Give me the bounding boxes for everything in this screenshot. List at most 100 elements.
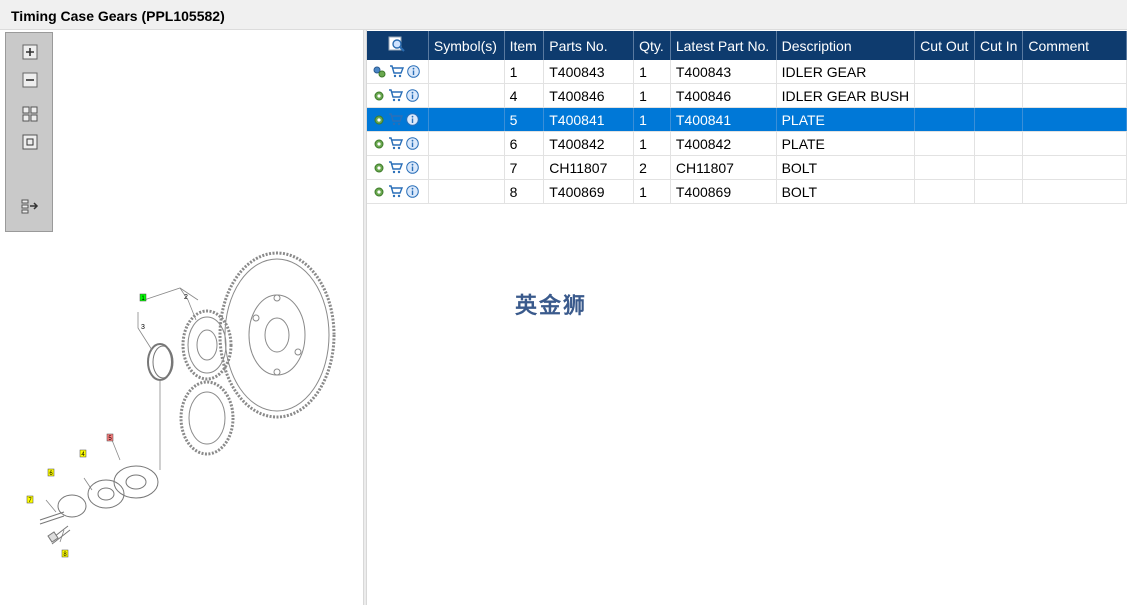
part-info-button[interactable] <box>407 65 420 78</box>
table-row[interactable]: 7 CH11807 2 CH11807 BOLT <box>367 155 1127 180</box>
table-row[interactable]: 8 T400869 1 T400869 BOLT <box>367 179 1127 204</box>
large-gear <box>218 251 336 419</box>
row-actions <box>367 107 429 132</box>
watermark: 英金狮 <box>515 294 588 319</box>
cell-cut-in <box>974 155 1024 180</box>
cell-description: PLATE <box>776 107 916 132</box>
cell-cut-out <box>914 131 976 156</box>
gear-icon <box>374 91 384 100</box>
export-button[interactable] <box>21 197 39 215</box>
column-qty[interactable]: Qty. <box>633 31 671 60</box>
cell-cut-out <box>914 155 976 180</box>
config-button[interactable] <box>373 138 385 150</box>
zoom-in-button[interactable] <box>21 43 39 61</box>
cell-part-no: T400841 <box>543 107 635 132</box>
part-info-button[interactable] <box>406 161 419 174</box>
add-to-cart-button[interactable] <box>388 161 403 174</box>
callout-1[interactable]: 1 <box>139 293 147 302</box>
row-actions <box>367 179 429 204</box>
column-parts-no[interactable]: Parts No. <box>543 31 635 60</box>
cell-latest-part-no: T400841 <box>670 107 777 132</box>
add-to-cart-button[interactable] <box>388 89 403 102</box>
fit-window-icon <box>22 134 38 150</box>
add-to-cart-button[interactable] <box>388 185 403 198</box>
zoom-out-button[interactable] <box>21 71 39 89</box>
config-button[interactable] <box>373 66 386 78</box>
part-info-button[interactable] <box>406 185 419 198</box>
callout-6[interactable]: 6 <box>47 468 55 477</box>
cell-symbols <box>428 107 505 132</box>
cell-comment <box>1022 179 1127 204</box>
callout-7[interactable]: 7 <box>26 495 34 504</box>
info-icon <box>406 113 419 126</box>
cell-comment <box>1022 131 1127 156</box>
cell-item: 6 <box>504 131 545 156</box>
callout-2[interactable]: 2 <box>184 294 188 301</box>
info-icon <box>406 161 419 174</box>
cell-cut-out <box>914 107 976 132</box>
svg-text:2: 2 <box>184 294 188 301</box>
column-cut-out[interactable]: Cut Out <box>914 31 976 60</box>
column-comment[interactable]: Comment <box>1022 31 1127 60</box>
add-to-cart-button[interactable] <box>388 137 403 150</box>
illustration-pane[interactable]: 1 2 3 4 5 6 7 8 <box>0 30 363 605</box>
column-cut-in[interactable]: Cut In <box>974 31 1024 60</box>
cart-icon <box>389 185 403 198</box>
table-row[interactable]: 6 T400842 1 T400842 PLATE <box>367 131 1127 156</box>
cell-comment <box>1022 60 1127 84</box>
callout-8[interactable]: 8 <box>61 549 69 558</box>
callout-5[interactable]: 5 <box>106 433 114 442</box>
config-button[interactable] <box>373 162 385 174</box>
parts-list-pane: Symbol(s) Item Parts No. Qty. Latest Par… <box>367 30 1127 605</box>
add-to-cart-button[interactable] <box>388 113 403 126</box>
cell-comment <box>1022 107 1127 132</box>
window-title: Timing Case Gears (PPL105582) <box>11 8 225 24</box>
cell-description: PLATE <box>776 131 916 156</box>
callout-4[interactable]: 4 <box>79 449 87 458</box>
cell-latest-part-no: T400846 <box>670 83 777 108</box>
table-row[interactable]: 5 T400841 1 T400841 PLATE <box>367 107 1127 132</box>
config-button[interactable] <box>373 186 385 198</box>
cell-cut-out <box>914 83 976 108</box>
part-info-button[interactable] <box>406 89 419 102</box>
exploded-parts-drawing[interactable]: 1 2 3 4 5 6 7 8 <box>20 250 350 570</box>
cell-cut-out <box>914 179 976 204</box>
column-symbols[interactable]: Symbol(s) <box>428 31 505 60</box>
cell-qty: 1 <box>633 107 671 132</box>
fit-all-button[interactable] <box>21 105 39 123</box>
add-to-cart-button[interactable] <box>389 65 404 78</box>
plates-and-bolts <box>39 465 159 545</box>
part-info-button[interactable] <box>406 137 419 150</box>
cell-cut-in <box>974 83 1024 108</box>
cell-part-no: CH11807 <box>543 155 635 180</box>
cell-item: 7 <box>504 155 545 180</box>
config-button[interactable] <box>373 114 385 126</box>
table-row[interactable]: 4 T400846 1 T400846 IDLER GEAR BUSH <box>367 83 1127 108</box>
search-list-icon <box>388 36 406 52</box>
title-bar: Timing Case Gears (PPL105582) <box>0 0 1127 30</box>
part-info-button[interactable] <box>406 113 419 126</box>
cell-part-no: T400842 <box>543 131 635 156</box>
cell-part-no: T400869 <box>543 179 635 204</box>
row-actions <box>367 131 429 156</box>
config-button[interactable] <box>373 90 385 102</box>
parts-table: Symbol(s) Item Parts No. Qty. Latest Par… <box>367 31 1127 204</box>
cart-icon <box>389 137 403 150</box>
gear-icon <box>374 115 384 124</box>
cell-item: 1 <box>504 60 545 84</box>
column-item[interactable]: Item <box>504 31 545 60</box>
fit-window-button[interactable] <box>21 133 39 151</box>
cell-description: BOLT <box>776 179 916 204</box>
cell-description: IDLER GEAR <box>776 60 916 84</box>
callout-3[interactable]: 3 <box>141 324 145 331</box>
cart-icon <box>389 89 403 102</box>
column-description[interactable]: Description <box>776 31 916 60</box>
cart-icon <box>389 161 403 174</box>
cell-comment <box>1022 155 1127 180</box>
zoom-in-icon <box>22 44 38 60</box>
filter-column-header[interactable] <box>367 31 429 60</box>
table-row[interactable]: 1 T400843 1 T400843 IDLER GEAR <box>367 60 1127 84</box>
cell-cut-out <box>914 60 976 84</box>
cell-part-no: T400846 <box>543 83 635 108</box>
column-latest-part-no[interactable]: Latest Part No. <box>670 31 777 60</box>
